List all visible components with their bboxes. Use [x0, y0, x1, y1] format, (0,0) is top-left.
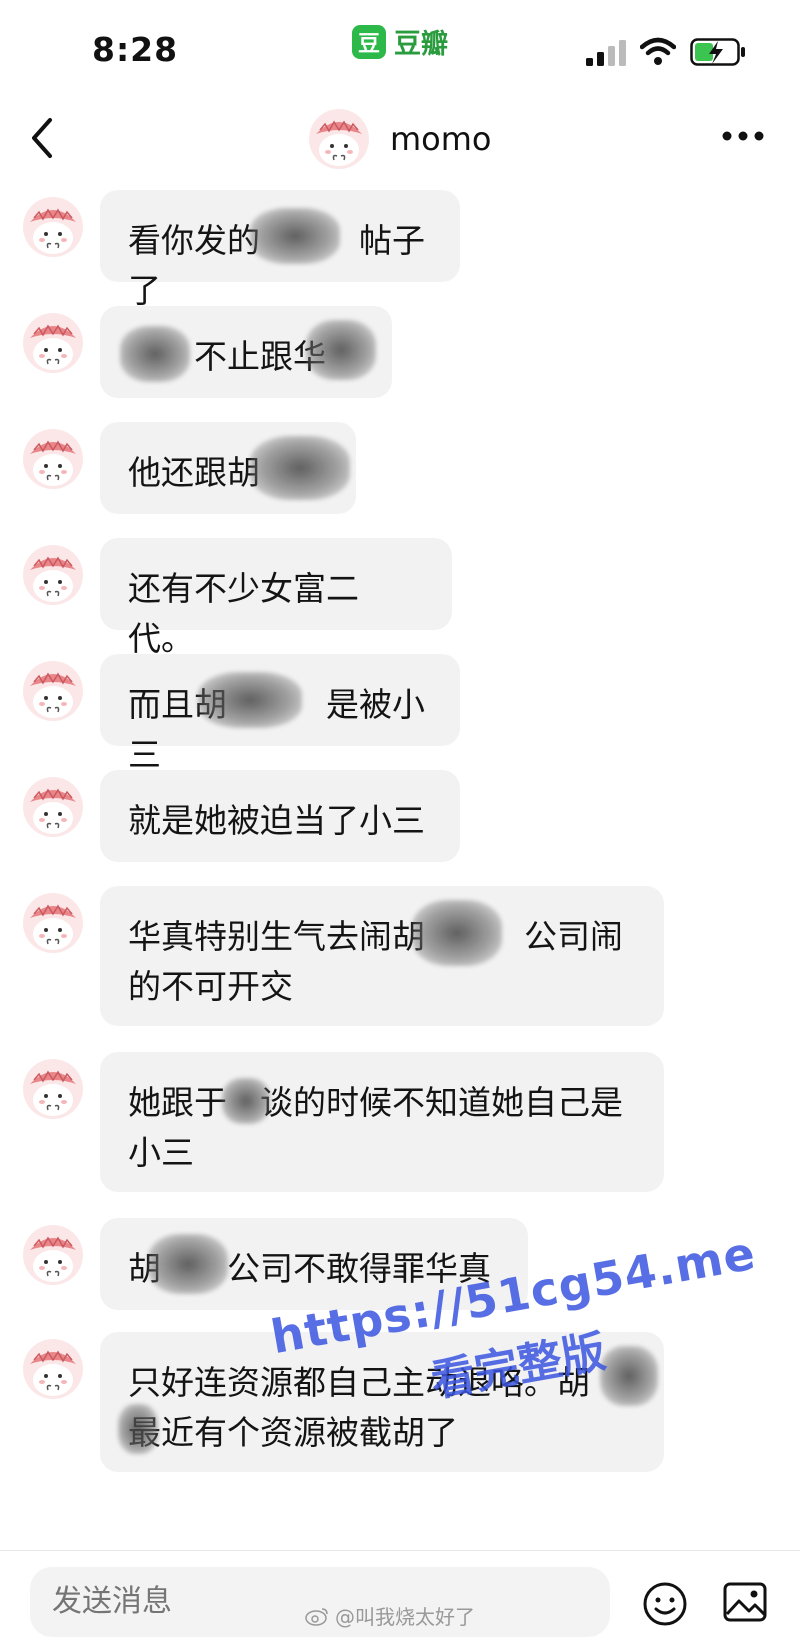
redaction-scribble: [120, 326, 190, 382]
douban-logo-icon: 豆: [352, 24, 386, 59]
message-input-bar: @叫我烧太好了: [0, 1550, 800, 1637]
message-bubble[interactable]: 华真特别生气去闹胡 公司闹的不可开交: [100, 886, 664, 1026]
redaction-scribble: [222, 1078, 270, 1124]
back-arrow-icon[interactable]: [26, 114, 58, 162]
message-text: 华真特别生气去闹胡 公司闹的不可开交: [128, 917, 623, 1006]
cellular-signal-icon: [586, 40, 626, 66]
redaction-scribble: [148, 1234, 228, 1294]
redaction-scribble: [250, 208, 340, 264]
message-text: 还有不少女富二代。: [128, 569, 359, 658]
weibo-icon: [305, 1607, 328, 1626]
message-bubble[interactable]: 而且胡 是被小三: [100, 654, 460, 774]
contact-avatar[interactable]: [308, 108, 370, 170]
sender-avatar[interactable]: [22, 776, 84, 838]
message-bubble[interactable]: 看你发的 帖子了: [100, 190, 460, 310]
redaction-scribble: [118, 1404, 158, 1454]
emoji-icon[interactable]: [642, 1581, 688, 1627]
weibo-credit: @叫我烧太好了: [305, 1601, 475, 1630]
chat-header: momo: [0, 100, 800, 182]
sender-avatar[interactable]: [22, 660, 84, 722]
message-bubble[interactable]: 就是她被迫当了小三: [100, 770, 460, 862]
message-bubble[interactable]: 她跟于 谈的时候不知道她自己是小三: [100, 1052, 664, 1192]
redaction-scribble: [412, 900, 502, 966]
message-bubble[interactable]: 还有不少女富二代。: [100, 538, 452, 658]
app-indicator: 豆 豆瓣: [352, 22, 448, 61]
more-options-icon[interactable]: [720, 128, 766, 144]
wifi-icon: [640, 37, 676, 65]
redaction-scribble: [198, 672, 302, 728]
app-name: 豆瓣: [394, 29, 448, 60]
message-text: 她跟于 谈的时候不知道她自己是小三: [128, 1083, 623, 1172]
sender-avatar[interactable]: [22, 1338, 84, 1400]
redaction-scribble: [250, 436, 350, 500]
battery-charging-icon: [690, 38, 745, 66]
sender-avatar[interactable]: [22, 1058, 84, 1120]
redaction-scribble: [306, 320, 376, 380]
status-bar: 8:28 豆 豆瓣: [0, 0, 800, 100]
sender-avatar[interactable]: [22, 196, 84, 258]
image-picker-icon[interactable]: [722, 1581, 768, 1623]
contact-name[interactable]: momo: [390, 120, 492, 158]
sender-avatar[interactable]: [22, 544, 84, 606]
sender-avatar[interactable]: [22, 428, 84, 490]
status-time: 8:28: [92, 30, 179, 69]
message-text: 就是她被迫当了小三: [128, 801, 425, 840]
sender-avatar[interactable]: [22, 312, 84, 374]
message-bubble[interactable]: 不止跟华: [100, 306, 392, 398]
credit-text: @叫我烧太好了: [335, 1605, 475, 1629]
sender-avatar[interactable]: [22, 892, 84, 954]
sender-avatar[interactable]: [22, 1224, 84, 1286]
message-bubble[interactable]: 他还跟胡: [100, 422, 356, 514]
